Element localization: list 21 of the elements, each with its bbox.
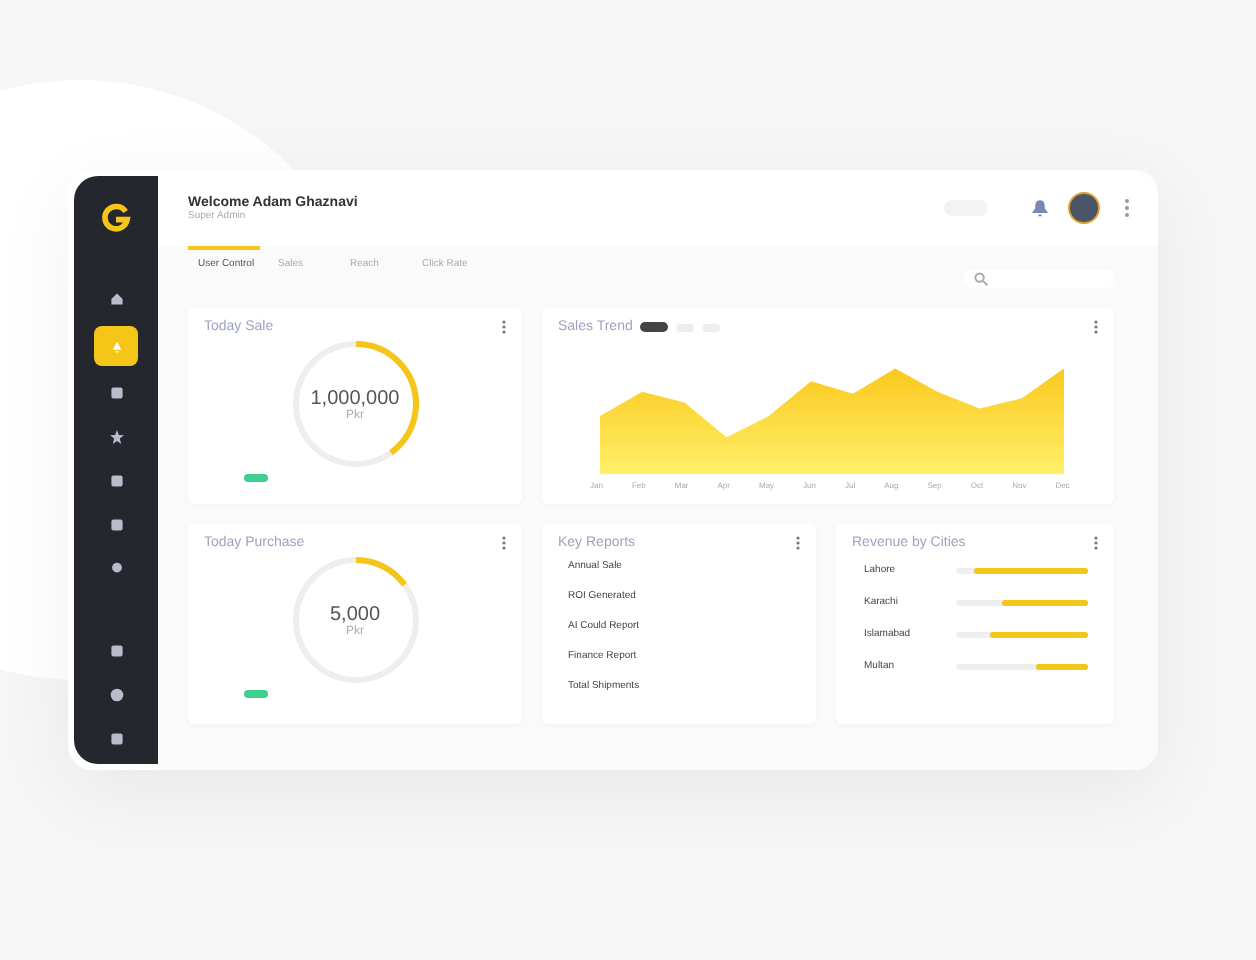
revenue-bar [956, 663, 1088, 669]
revenue-bar [956, 631, 1088, 637]
logo-icon [100, 202, 132, 234]
sidebar-item[interactable] [94, 326, 138, 366]
search-field[interactable] [964, 269, 1114, 287]
progress-ring [289, 338, 421, 470]
stat-value: 5,000 [329, 603, 381, 625]
more-icon[interactable] [1124, 198, 1130, 218]
bell-icon [109, 339, 123, 353]
star-icon [109, 430, 123, 444]
revenue-bar [956, 567, 1088, 573]
revenue-bar [956, 599, 1088, 605]
progress-ring [289, 554, 421, 686]
bell-icon[interactable] [1032, 199, 1048, 217]
search-icon [974, 271, 988, 285]
change-badge [244, 474, 268, 482]
avatar[interactable] [1068, 192, 1100, 224]
stat-value: 1,000,000 [310, 387, 400, 409]
home-icon [109, 292, 123, 306]
change-badge [244, 690, 268, 698]
period-toggle[interactable] [640, 322, 669, 332]
